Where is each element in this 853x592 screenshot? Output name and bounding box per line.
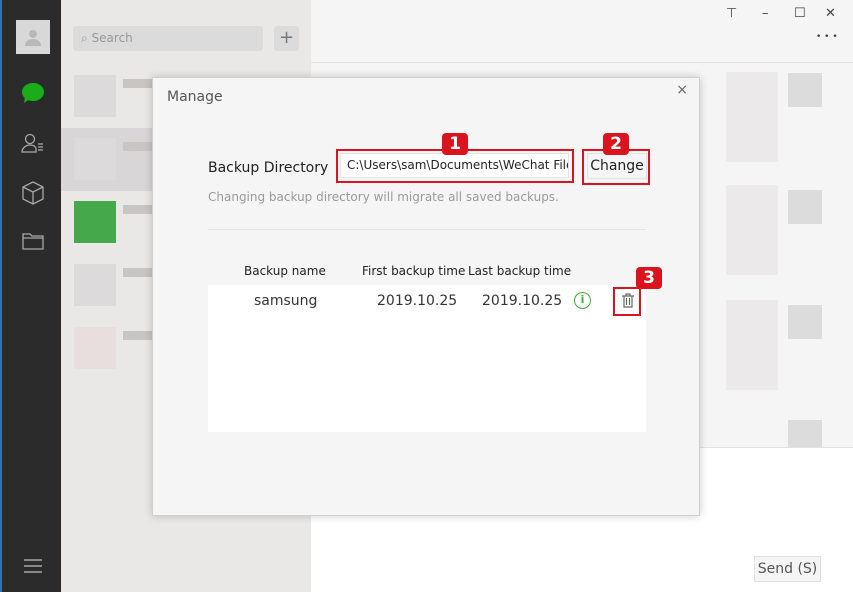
step-badge: 2 [603, 133, 629, 155]
first-backup-time: 2019.10.25 [377, 293, 458, 309]
send-button[interactable]: Send (S) [754, 556, 821, 582]
divider [208, 229, 646, 230]
avatar[interactable] [16, 20, 50, 54]
backup-table: samsung 2019.10.25 2019.10.25 i [208, 285, 646, 432]
chat-icon[interactable] [20, 80, 46, 106]
message-bubble [726, 300, 778, 390]
avatar [788, 73, 822, 107]
step-badge: 3 [636, 267, 662, 289]
box-icon[interactable] [20, 180, 46, 206]
column-header: Last backup time [468, 264, 572, 278]
avatar [788, 190, 822, 224]
more-button[interactable]: • • • [816, 32, 838, 42]
close-window-button[interactable]: ✕ [825, 6, 836, 21]
column-header: Backup name [244, 264, 326, 278]
avatar [788, 305, 822, 339]
message-bubble [726, 72, 778, 162]
hint-text: Changing backup directory will migrate a… [208, 190, 559, 204]
backup-directory-label: Backup Directory [208, 160, 329, 176]
highlight-box [613, 287, 641, 316]
last-backup-time: 2019.10.25 [482, 293, 563, 309]
minimize-button[interactable]: – [762, 6, 769, 21]
dialog-title: Manage [167, 89, 223, 105]
backup-name: samsung [254, 293, 318, 309]
message-bubble [726, 185, 778, 275]
dialog-close-button[interactable]: × [676, 82, 688, 98]
menu-icon[interactable] [20, 553, 46, 579]
contacts-icon[interactable] [20, 130, 46, 156]
pin-button[interactable]: ⊤ [726, 6, 737, 21]
search-input[interactable]: ⌕ Search [73, 26, 263, 51]
maximize-button[interactable]: ☐ [794, 6, 806, 21]
step-badge: 1 [442, 133, 468, 155]
folder-icon[interactable] [20, 228, 46, 254]
info-icon[interactable]: i [574, 292, 591, 309]
manage-dialog: Manage × Backup Directory C:\Users\sam\D… [152, 77, 700, 516]
search-placeholder: Search [91, 31, 133, 45]
add-button[interactable]: + [274, 26, 299, 51]
column-header: First backup time [362, 264, 466, 278]
sidebar [0, 0, 61, 592]
